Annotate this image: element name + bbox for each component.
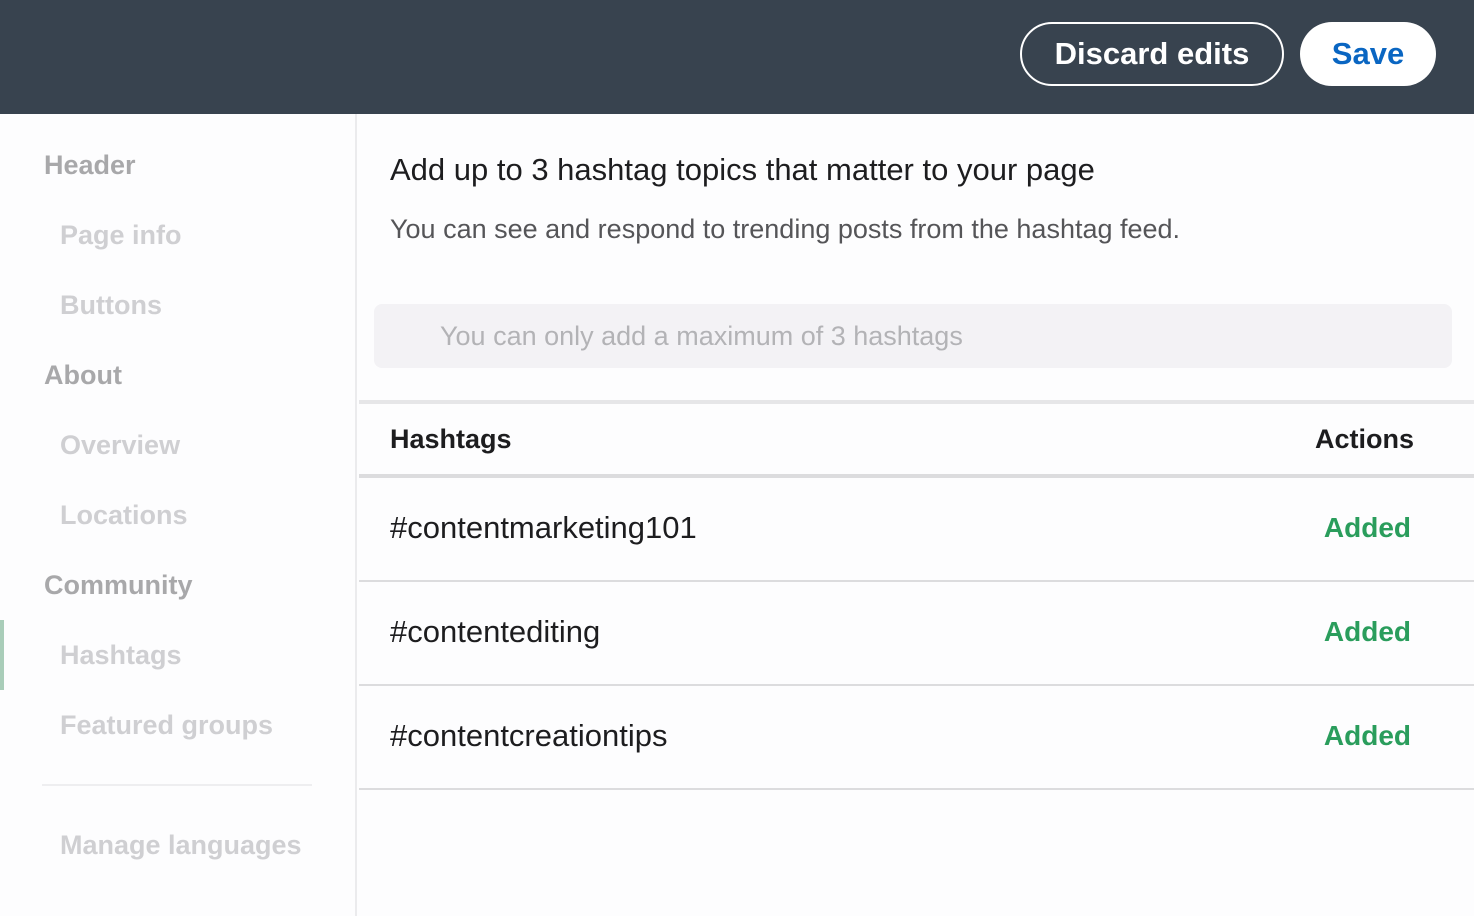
table-row: #contentmarketing101 Added [359,478,1474,582]
page-title: Add up to 3 hashtag topics that matter t… [390,152,1095,187]
column-header-hashtags: Hashtags [390,424,512,454]
discard-edits-button[interactable]: Discard edits [1020,22,1284,86]
sidebar-item-manage-languages[interactable]: Manage languages [60,830,302,861]
sidebar-item-featured-groups[interactable]: Featured groups [60,710,273,741]
sidebar-item-buttons[interactable]: Buttons [60,290,162,321]
main-content: Add up to 3 hashtag topics that matter t… [359,114,1474,916]
hashtag-cell: #contentediting [390,614,601,649]
sidebar-item-locations[interactable]: Locations [60,500,188,531]
sidebar-section-header[interactable]: Header [44,150,136,181]
table-row: #contentediting Added [359,582,1474,686]
table-header: Hashtags Actions [359,400,1474,478]
sidebar-divider [42,784,312,786]
active-indicator [0,620,4,690]
added-status[interactable]: Added [1324,720,1411,752]
hashtag-cell: #contentmarketing101 [390,510,697,545]
hashtag-search-input[interactable] [374,304,1452,368]
sidebar-section-community[interactable]: Community [44,570,193,601]
table-row: #contentcreationtips Added [359,686,1474,790]
sidebar-item-page-info[interactable]: Page info [60,220,182,251]
top-bar: Discard edits Save [0,0,1474,114]
sidebar: Header Page info Buttons About Overview … [0,114,357,916]
added-status[interactable]: Added [1324,616,1411,648]
hashtags-table: Hashtags Actions #contentmarketing101 Ad… [359,400,1474,790]
column-header-actions: Actions [1314,424,1414,454]
page-subtitle: You can see and respond to trending post… [390,214,1181,244]
sidebar-item-hashtags[interactable]: Hashtags [60,640,182,671]
sidebar-section-about[interactable]: About [44,360,122,391]
save-button[interactable]: Save [1300,22,1436,86]
hashtag-cell: #contentcreationtips [390,718,668,753]
added-status[interactable]: Added [1324,512,1411,544]
sidebar-item-overview[interactable]: Overview [60,430,180,461]
